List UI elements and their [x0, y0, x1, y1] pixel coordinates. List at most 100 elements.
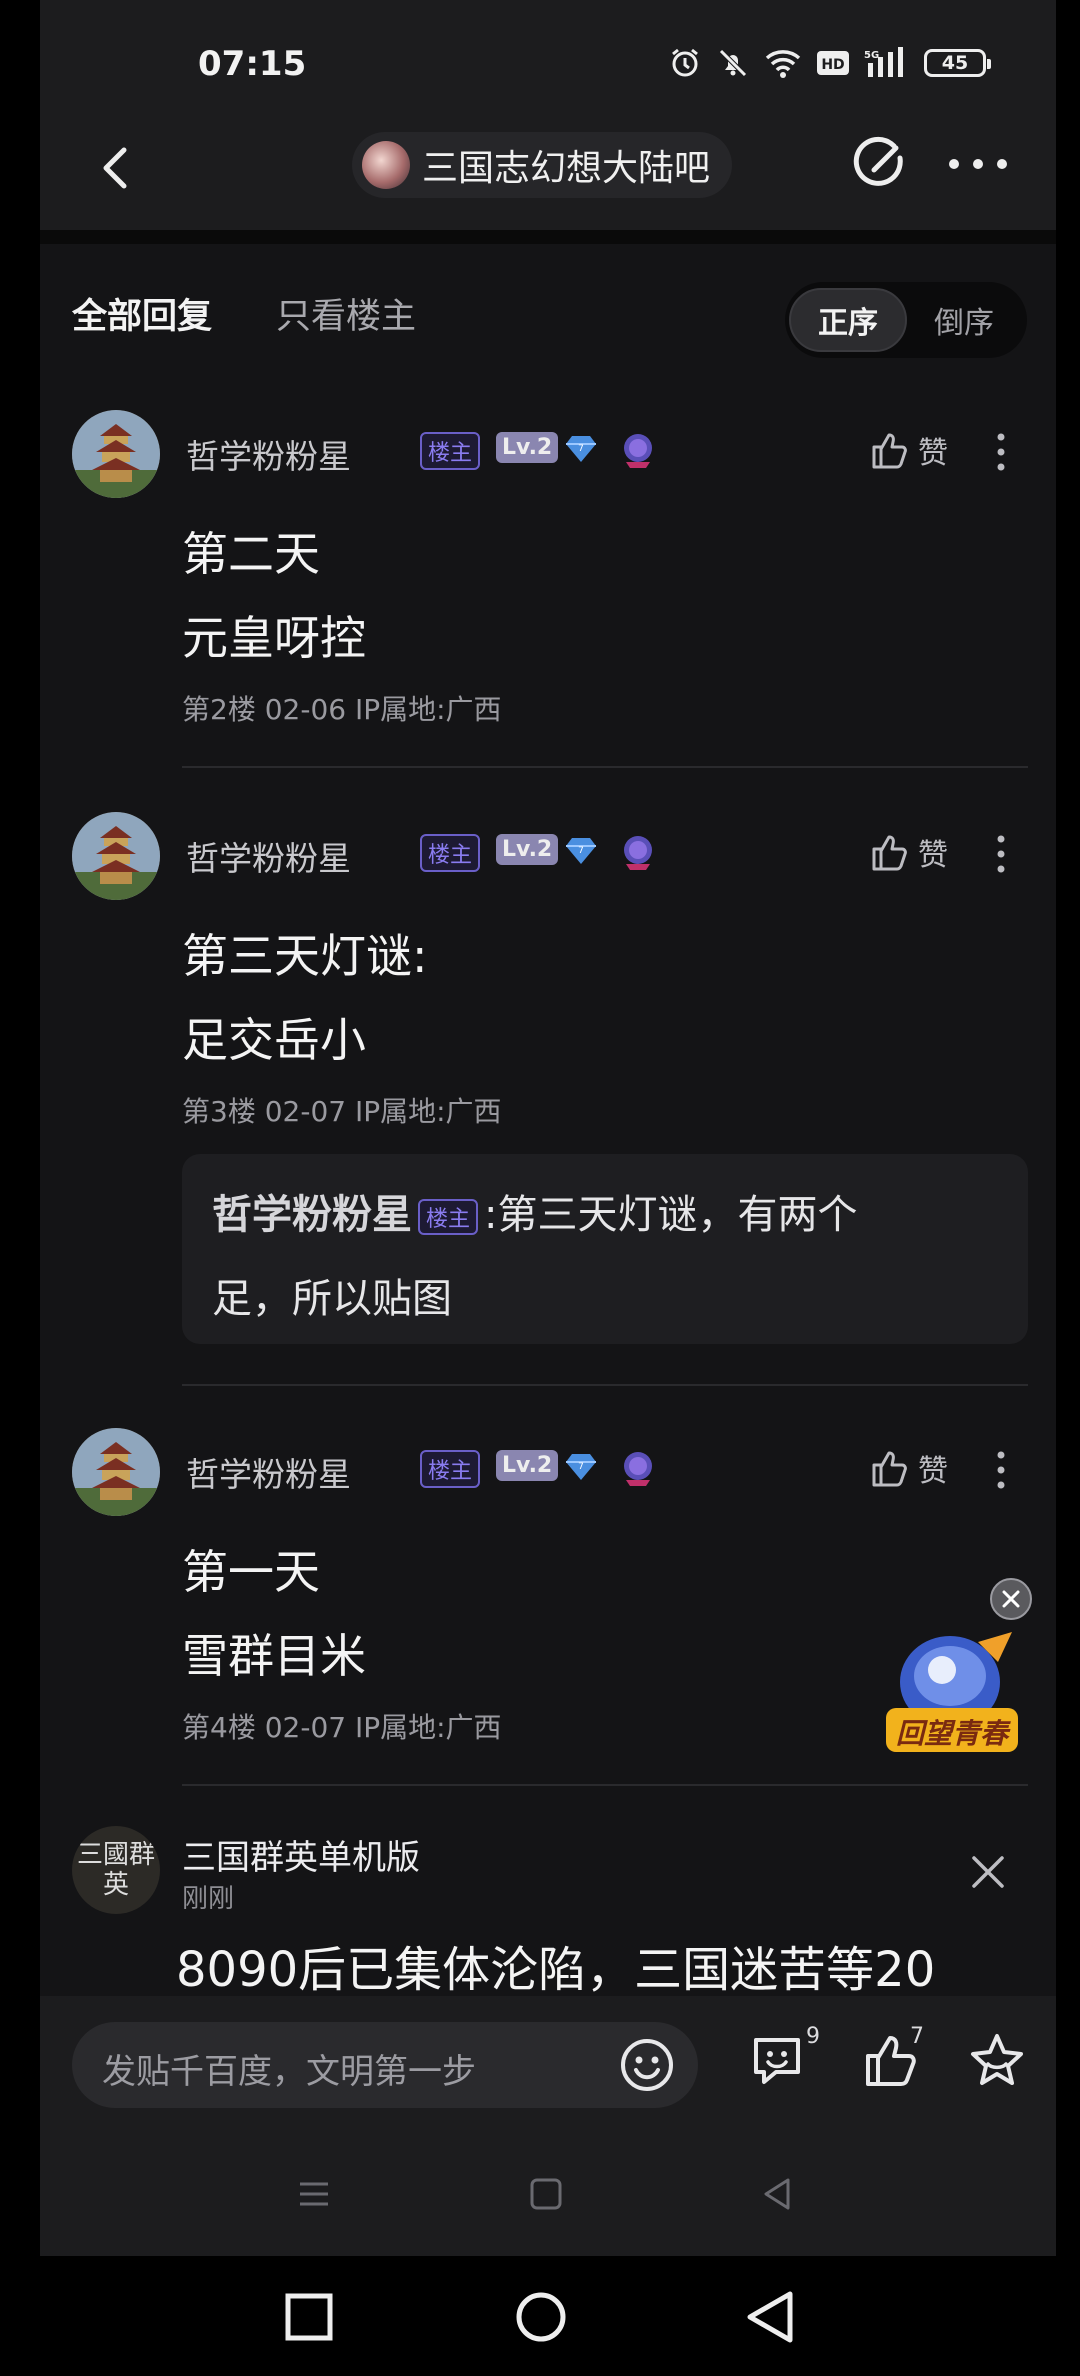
post-separator	[182, 1384, 1028, 1386]
svg-text:5G: 5G	[864, 50, 879, 61]
ad-time: 刚刚	[182, 1884, 235, 1914]
ad-name[interactable]: 三国群英单机版	[182, 1830, 420, 1879]
post-meta: 第2楼 02-06 IP属地:广西	[182, 693, 502, 726]
recents-icon[interactable]	[284, 2292, 334, 2342]
hd-icon: HD	[817, 51, 849, 75]
forum-avatar	[362, 141, 410, 189]
post-line: 第三天灯谜:	[182, 929, 428, 983]
app-screen: 07:15 HD 5G 45 三国志幻想大陆吧 全部回复 只看楼主 正序 倒序	[40, 0, 1056, 2256]
like-button[interactable]: 赞	[868, 1446, 948, 1490]
medal-icon	[624, 1452, 652, 1486]
owner-badge: 楼主	[420, 834, 481, 872]
triangle-back-icon[interactable]	[758, 2174, 798, 2214]
status-icons: HD 5G 45	[668, 46, 991, 80]
quote-text: 第三天灯谜，有两个	[497, 1192, 858, 1238]
signal-icon: 5G	[864, 47, 903, 77]
reply-input-placeholder: 发贴千百度，文明第一步	[102, 2052, 476, 2092]
back-icon[interactable]	[86, 138, 146, 198]
promo-label: 回望青春	[895, 1717, 1008, 1750]
reply-input[interactable]: 发贴千百度，文明第一步	[72, 2022, 698, 2108]
square-icon[interactable]	[526, 2174, 566, 2214]
username[interactable]: 哲学粉粉星	[186, 1448, 351, 1496]
diamond-icon: 7	[566, 436, 596, 462]
diamond-icon: 7	[566, 1454, 596, 1480]
like-button[interactable]: 赞	[868, 830, 948, 874]
post-meta: 第4楼 02-07 IP属地:广西	[182, 1711, 502, 1744]
post-line: 元皇呀控	[182, 611, 366, 665]
post-line: 第一天	[182, 1545, 320, 1599]
like-label: 赞	[918, 1454, 948, 1489]
kebab-menu-icon[interactable]	[996, 1450, 1006, 1490]
quote-owner-badge: 楼主	[418, 1199, 479, 1235]
quote-author: 哲学粉粉星	[212, 1192, 412, 1238]
back-nav-icon[interactable]	[744, 2290, 798, 2344]
svg-text:7: 7	[578, 846, 584, 856]
order-toggle: 正序 倒序	[785, 282, 1027, 358]
ad-text[interactable]: 8090后已集体沦陷，三国迷苦等20	[176, 1930, 935, 2000]
svg-text:7: 7	[578, 444, 584, 454]
order-asc-button[interactable]: 正序	[789, 288, 907, 352]
ad-avatar[interactable]: 三國群英	[72, 1826, 160, 1914]
star-icon[interactable]	[966, 2030, 1028, 2092]
level-badge: Lv.2	[496, 834, 559, 865]
quote-line-2: 足，所以贴图	[212, 1276, 452, 1322]
quote-line-1: 哲学粉粉星 楼主:第三天灯谜，有两个	[212, 1182, 858, 1240]
like-label: 赞	[918, 838, 948, 873]
username[interactable]: 哲学粉粉星	[186, 430, 351, 478]
level-badge: Lv.2	[496, 1450, 559, 1481]
like-label: 赞	[918, 436, 948, 471]
battery-indicator: 45	[924, 49, 991, 77]
avatar[interactable]	[72, 812, 160, 900]
reply-tabs: 全部回复 只看楼主 正序 倒序	[40, 258, 1056, 368]
home-icon[interactable]	[514, 2290, 568, 2344]
avatar[interactable]	[72, 1428, 160, 1516]
pagoda-avatar-image	[72, 410, 160, 498]
quote-colon: :	[484, 1192, 498, 1238]
tab-owner-only[interactable]: 只看楼主	[276, 288, 416, 339]
medal-icon	[624, 836, 652, 870]
comment-icon[interactable]	[746, 2030, 808, 2092]
promo-floating-badge[interactable]: 回望青春	[880, 1612, 1030, 1762]
pagoda-avatar-image	[72, 812, 160, 900]
emoji-icon[interactable]	[618, 2036, 676, 2094]
medal-icon	[624, 434, 652, 468]
post-separator	[182, 766, 1028, 768]
close-icon[interactable]	[968, 1852, 1008, 1892]
like-button[interactable]: 赞	[868, 428, 948, 472]
app-nav-bar	[40, 2136, 1056, 2256]
mute-icon	[719, 49, 747, 77]
tab-all-replies[interactable]: 全部回复	[72, 288, 212, 339]
system-nav-bar	[0, 2256, 1080, 2376]
more-icon[interactable]	[946, 154, 1010, 174]
post-line: 第二天	[182, 527, 320, 581]
svg-text:7: 7	[578, 1462, 584, 1472]
alarm-icon	[672, 48, 698, 77]
forum-name: 三国志幻想大陆吧	[422, 148, 711, 189]
title-bar: 三国志幻想大陆吧	[40, 110, 1056, 230]
status-time: 07:15	[198, 44, 307, 84]
thumb-up-icon	[872, 433, 907, 469]
kebab-menu-icon[interactable]	[996, 834, 1006, 874]
pagoda-avatar-image	[72, 1428, 160, 1516]
post-separator	[182, 1784, 1028, 1786]
thumb-up-icon	[872, 835, 907, 871]
username[interactable]: 哲学粉粉星	[186, 832, 351, 880]
header-divider	[40, 230, 1056, 244]
menu-icon[interactable]	[294, 2174, 334, 2214]
wifi-icon	[765, 50, 801, 78]
edit-icon[interactable]	[850, 136, 908, 194]
kebab-menu-icon[interactable]	[996, 432, 1006, 472]
reply-quote[interactable]: 哲学粉粉星 楼主:第三天灯谜，有两个 足，所以贴图	[182, 1154, 1028, 1344]
comment-count: 9	[806, 2024, 820, 2049]
avatar[interactable]	[72, 410, 160, 498]
order-desc-button[interactable]: 倒序	[905, 288, 1023, 352]
owner-badge: 楼主	[420, 1450, 481, 1488]
close-icon	[1002, 1590, 1020, 1608]
forum-pill[interactable]: 三国志幻想大陆吧	[352, 132, 733, 198]
like-count: 7	[910, 2024, 924, 2049]
bottom-action-bar: 发贴千百度，文明第一步 9 7	[40, 1996, 1056, 2136]
diamond-icon: 7	[566, 838, 596, 864]
thumb-up-icon	[872, 1451, 907, 1487]
post-line: 雪群目米	[182, 1629, 366, 1683]
svg-text:HD: HD	[821, 57, 844, 73]
